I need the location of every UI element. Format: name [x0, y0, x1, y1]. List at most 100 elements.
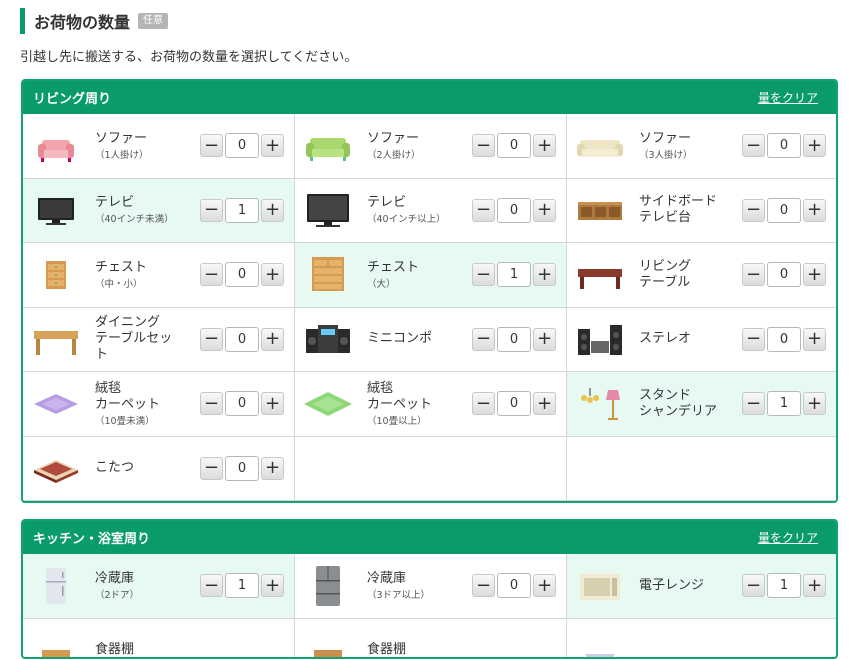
lamp-chandelier-icon	[575, 382, 625, 426]
quantity-stepper: −0+	[742, 327, 826, 352]
increment-button[interactable]: +	[803, 574, 826, 597]
item-size-note: （中・小）	[95, 279, 200, 290]
decrement-button[interactable]: −	[472, 134, 495, 157]
item-label: 冷蔵庫（2ドア）	[95, 571, 200, 601]
decrement-button[interactable]: −	[200, 392, 223, 415]
decrement-button[interactable]: −	[472, 263, 495, 286]
optional-badge: 任意	[138, 13, 168, 29]
quantity-field[interactable]: 1	[497, 262, 531, 287]
decrement-button[interactable]: −	[200, 457, 223, 480]
item-name: テレビ	[95, 195, 200, 211]
item-label: ソファー（1人掛け）	[95, 131, 200, 161]
item-name: チェスト	[95, 260, 200, 276]
increment-button[interactable]: +	[261, 574, 284, 597]
item-cell: チェスト （中・小）−0+	[23, 243, 295, 308]
empty-cell	[567, 437, 836, 502]
quantity-field[interactable]: 0	[225, 133, 259, 158]
decrement-button[interactable]: −	[472, 392, 495, 415]
decrement-button[interactable]: −	[200, 134, 223, 157]
increment-button[interactable]: +	[261, 134, 284, 157]
quantity-stepper: −0+	[472, 573, 556, 598]
decrement-button[interactable]: −	[742, 263, 765, 286]
quantity-field[interactable]: 1	[225, 573, 259, 598]
increment-button[interactable]: +	[261, 263, 284, 286]
quantity-field[interactable]: 0	[497, 133, 531, 158]
quantity-field[interactable]: 0	[497, 573, 531, 598]
item-cell: 電子レンジ−1+	[567, 554, 836, 619]
quantity-field[interactable]: 0	[497, 327, 531, 352]
increment-button[interactable]: +	[533, 328, 556, 351]
increment-button[interactable]: +	[533, 134, 556, 157]
quantity-field[interactable]: 1	[767, 391, 801, 416]
quantity-field[interactable]: 0	[767, 133, 801, 158]
quantity-field[interactable]: 0	[767, 262, 801, 287]
increment-button[interactable]: +	[803, 392, 826, 415]
sofa-1-icon	[31, 124, 81, 168]
empty-cell	[295, 437, 567, 502]
stereo-icon	[575, 317, 625, 361]
decrement-button[interactable]: −	[472, 574, 495, 597]
item-size-note: （1人掛け）	[95, 150, 200, 161]
increment-button[interactable]: +	[803, 328, 826, 351]
item-name: 食器棚	[367, 642, 566, 658]
item-cell: ミニコンポ−0+	[295, 308, 567, 373]
decrement-button[interactable]: −	[472, 328, 495, 351]
kitchen-clear-link[interactable]: 量をクリア	[758, 529, 818, 546]
quantity-field[interactable]: 0	[497, 391, 531, 416]
quantity-field[interactable]: 0	[225, 327, 259, 352]
quantity-field[interactable]: 0	[225, 262, 259, 287]
quantity-stepper: −0+	[742, 198, 826, 223]
carpet-large-icon	[303, 382, 353, 426]
increment-button[interactable]: +	[533, 199, 556, 222]
decrement-button[interactable]: −	[200, 574, 223, 597]
decrement-button[interactable]: −	[742, 328, 765, 351]
item-cell: ダイニング テーブルセッ ト−0+	[23, 308, 295, 373]
quantity-field[interactable]: 0	[497, 198, 531, 223]
decrement-button[interactable]: −	[742, 199, 765, 222]
increment-button[interactable]: +	[803, 199, 826, 222]
item-label: テレビ（40インチ未満）	[95, 195, 200, 225]
item-label: リビング テーブル	[639, 259, 742, 291]
increment-button[interactable]: +	[533, 574, 556, 597]
item-cell: ソファー（1人掛け）−0+	[23, 114, 295, 179]
item-size-note: （2人掛け）	[367, 150, 472, 161]
decrement-button[interactable]: −	[742, 392, 765, 415]
quantity-field[interactable]: 0	[225, 391, 259, 416]
increment-button[interactable]: +	[261, 457, 284, 480]
increment-button[interactable]: +	[261, 199, 284, 222]
tv-small-icon	[31, 188, 81, 232]
decrement-button[interactable]: −	[200, 199, 223, 222]
quantity-field[interactable]: 0	[225, 456, 259, 481]
decrement-button[interactable]: −	[200, 328, 223, 351]
fridge-3door-icon	[303, 564, 353, 608]
item-size-note: （3人掛け）	[639, 150, 742, 161]
quantity-field[interactable]: 1	[767, 573, 801, 598]
kotatsu-icon	[31, 446, 81, 490]
decrement-button[interactable]: −	[742, 574, 765, 597]
increment-button[interactable]: +	[533, 263, 556, 286]
item-label: サイドボード テレビ台	[639, 194, 742, 226]
item-cell: サイドボード テレビ台−0+	[567, 179, 836, 244]
item-label: ソファー（2人掛け）	[367, 131, 472, 161]
item-label: チェスト（大）	[367, 260, 472, 290]
increment-button[interactable]: +	[803, 263, 826, 286]
item-size-note: （2ドア）	[95, 590, 200, 601]
increment-button[interactable]: +	[533, 392, 556, 415]
decrement-button[interactable]: −	[742, 134, 765, 157]
item-name: こたつ	[95, 460, 200, 476]
increment-button[interactable]: +	[261, 328, 284, 351]
quantity-field[interactable]: 0	[767, 327, 801, 352]
item-label: ミニコンポ	[367, 331, 472, 347]
quantity-field[interactable]: 0	[767, 198, 801, 223]
increment-button[interactable]: +	[803, 134, 826, 157]
decrement-button[interactable]: −	[200, 263, 223, 286]
decrement-button[interactable]: −	[472, 199, 495, 222]
item-size-note: （3ドア以上）	[367, 590, 472, 601]
increment-button[interactable]: +	[261, 392, 284, 415]
item-cell: こたつ−0+	[23, 437, 295, 502]
quantity-field[interactable]: 1	[225, 198, 259, 223]
living-clear-link[interactable]: 量をクリア	[758, 89, 818, 106]
item-name: ダイニング テーブルセッ ト	[95, 315, 200, 363]
item-name: リビング テーブル	[639, 259, 742, 291]
quantity-stepper: −1+	[200, 573, 284, 598]
